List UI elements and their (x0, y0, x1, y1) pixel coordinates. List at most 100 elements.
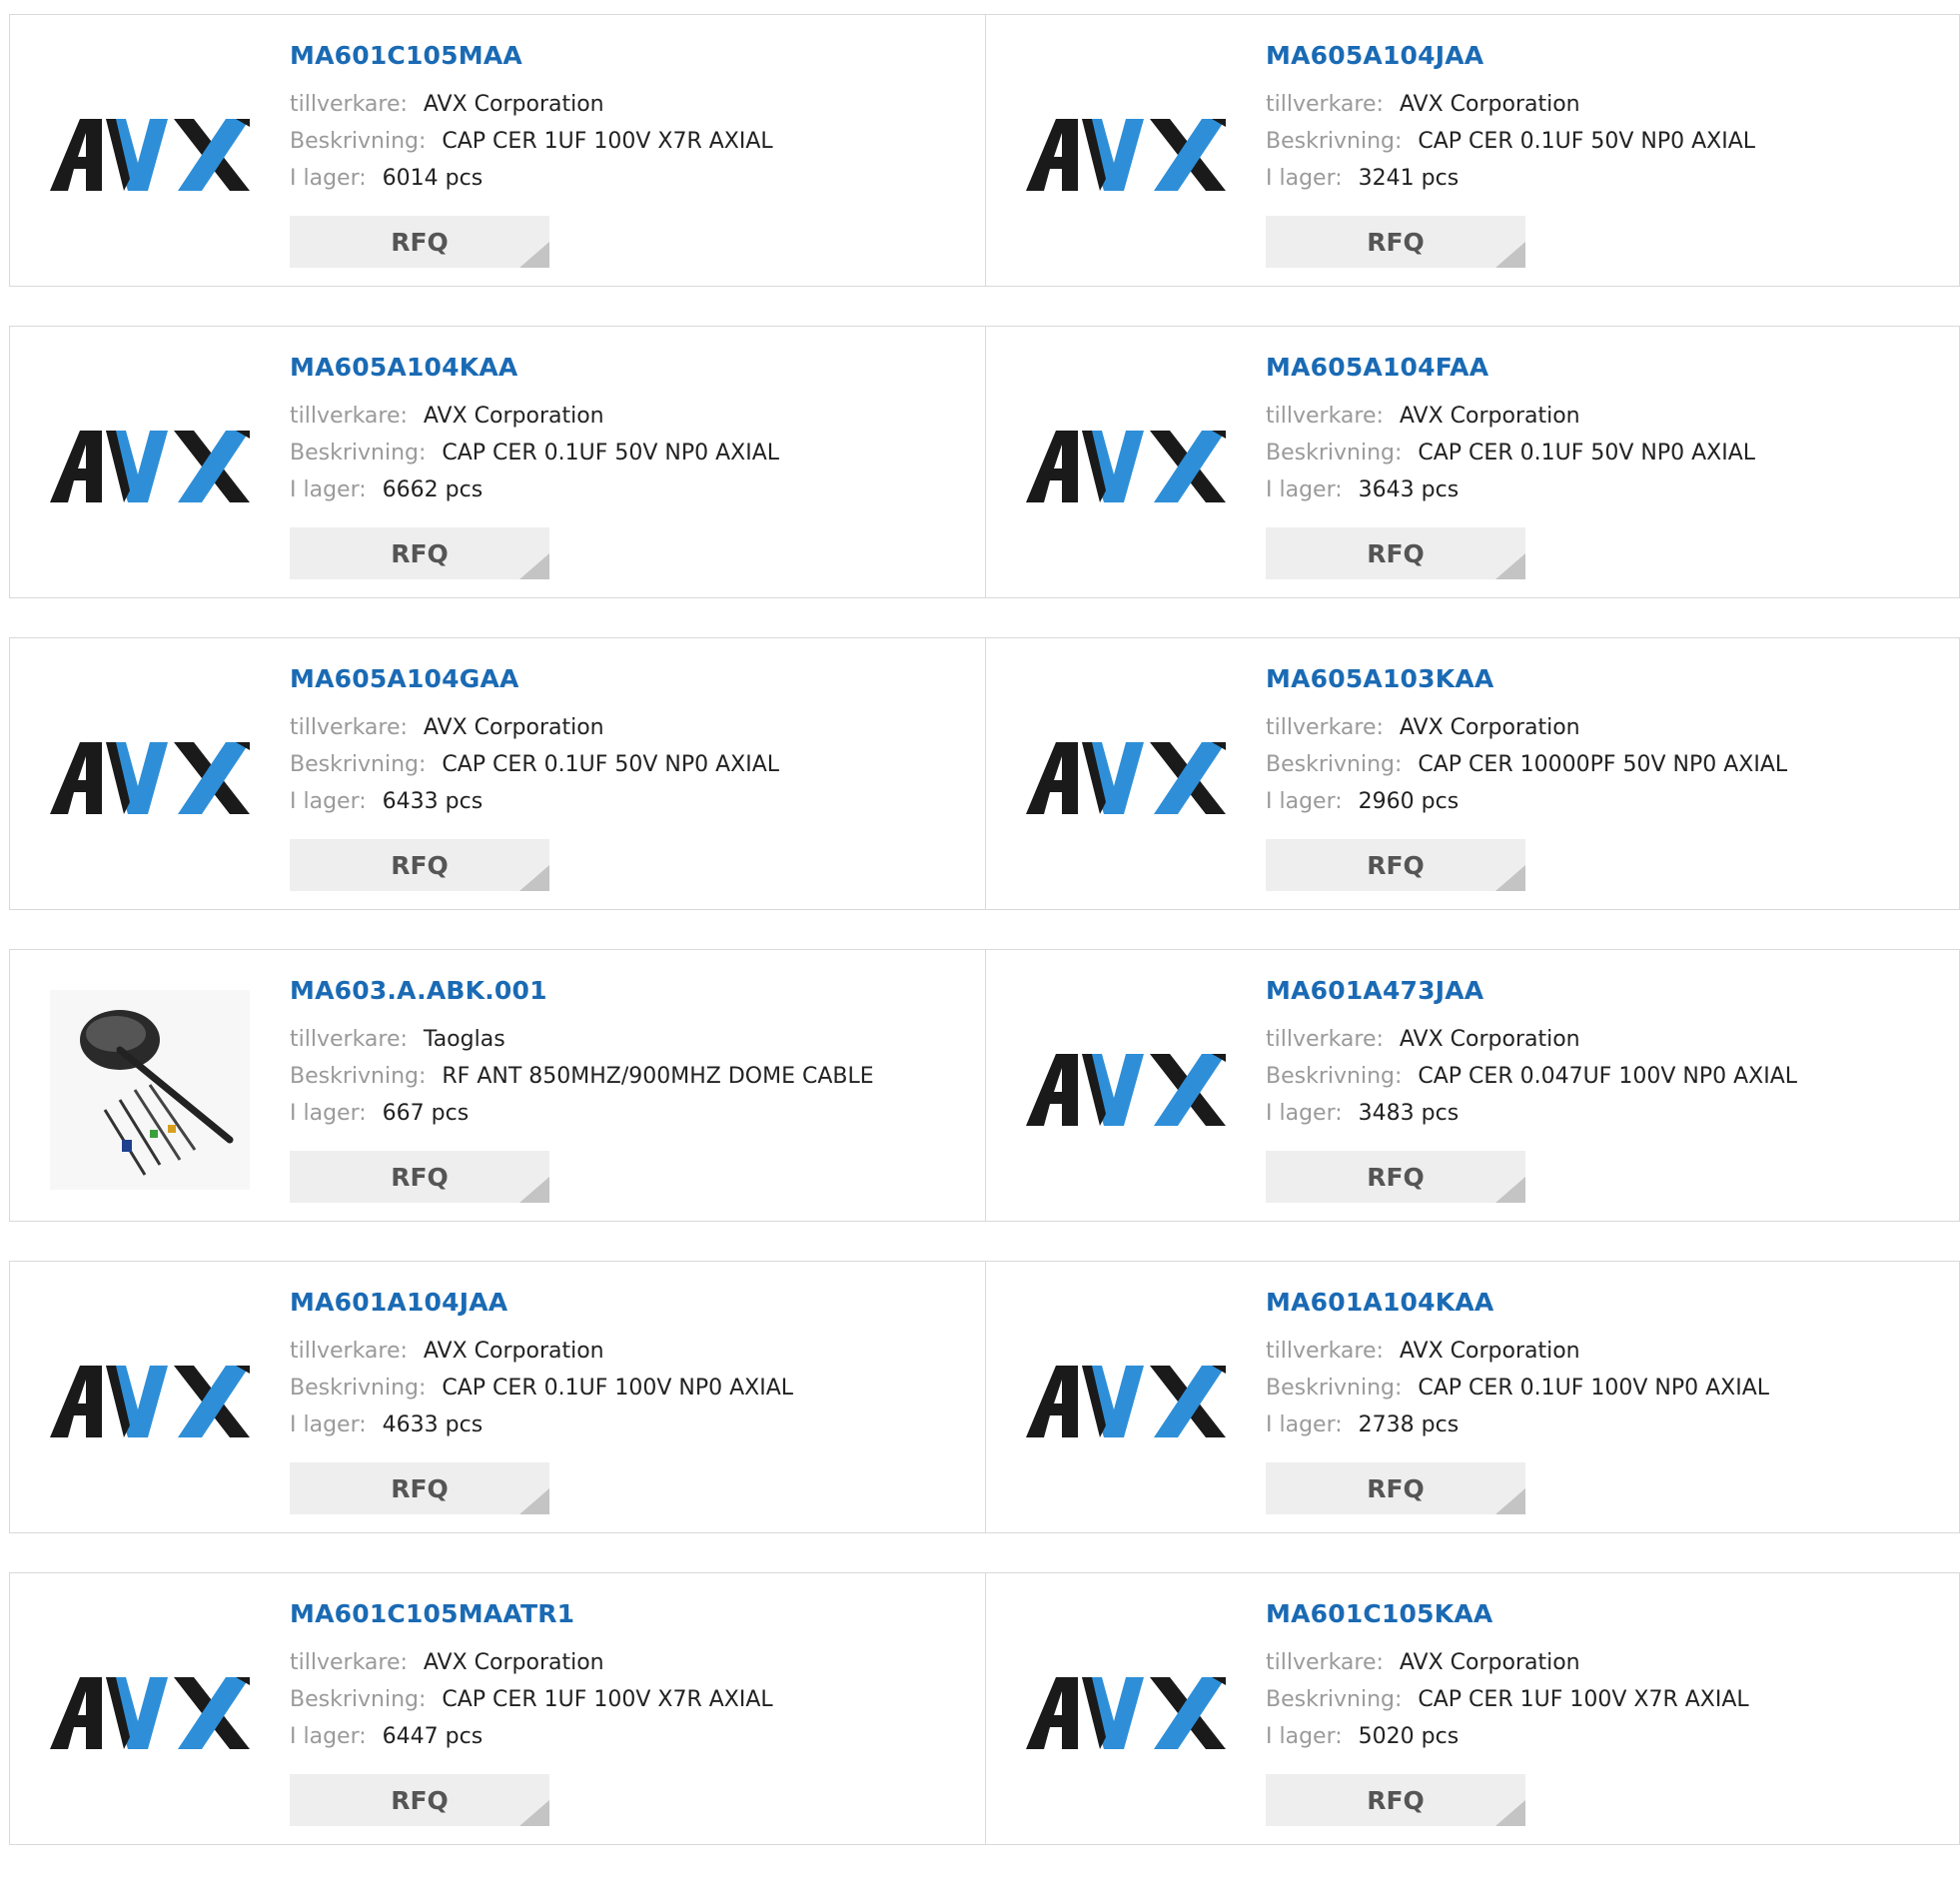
product-info: MA601A473JAA tillverkare: AVX Corporation B… (1266, 978, 1797, 1132)
rfq-button[interactable]: RFQ (290, 1151, 549, 1203)
product-card: MA605A103KAA tillverkare: AVX Corporation B… (986, 637, 1960, 910)
product-card: MA601C105MAA tillverkare: AVX Corporation B… (9, 14, 986, 287)
stock-value: 2738 pcs (1358, 1413, 1460, 1437)
part-number-link[interactable]: MA605A104FAA (1266, 355, 1755, 380)
stock-label: I lager: (290, 477, 367, 502)
rfq-button[interactable]: RFQ (1266, 216, 1525, 268)
product-card: MA601A473JAA tillverkare: AVX Corporation B… (986, 949, 1960, 1222)
product-grid: MA601C105MAA tillverkare: AVX Corporation B… (9, 14, 1960, 1884)
description-value: CAP CER 10000PF 50V NP0 AXIAL (1418, 752, 1788, 777)
description-value: CAP CER 0.1UF 50V NP0 AXIAL (1418, 441, 1756, 466)
rfq-button[interactable]: RFQ (290, 1774, 549, 1826)
description-label: Beskrivning: (290, 752, 427, 777)
description-label: Beskrivning: (290, 441, 427, 466)
description-field: Beskrivning: RF ANT 850MHZ/900MHZ DOME CA… (290, 1058, 874, 1095)
manufacturer-logo[interactable] (50, 1342, 250, 1461)
product-card: MA605A104JAA tillverkare: AVX Corporation B… (986, 14, 1960, 287)
description-value: CAP CER 0.047UF 100V NP0 AXIAL (1418, 1064, 1797, 1089)
rfq-button[interactable]: RFQ (1266, 1151, 1525, 1203)
manufacturer-logo[interactable] (1026, 1653, 1226, 1773)
description-label: Beskrivning: (1266, 1376, 1403, 1401)
stock-value: 6014 pcs (382, 166, 484, 191)
manufacturer-value: AVX Corporation (423, 404, 604, 429)
rfq-button[interactable]: RFQ (1266, 1462, 1525, 1514)
rfq-button[interactable]: RFQ (290, 839, 549, 891)
manufacturer-label: tillverkare: (1266, 404, 1384, 429)
manufacturer-field: tillverkare: AVX Corporation (1266, 1644, 1749, 1681)
stock-field: I lager: 4633 pcs (290, 1407, 793, 1443)
stock-field: I lager: 3241 pcs (1266, 160, 1755, 197)
part-number-link[interactable]: MA605A104KAA (290, 355, 779, 380)
manufacturer-logo[interactable] (1026, 95, 1226, 215)
part-number-link[interactable]: MA601C105MAA (290, 43, 773, 68)
manufacturer-logo[interactable] (50, 718, 250, 838)
product-info: MA601A104JAA tillverkare: AVX Corporation B… (290, 1290, 793, 1443)
description-value: CAP CER 0.1UF 50V NP0 AXIAL (442, 441, 780, 466)
stock-value: 667 pcs (382, 1101, 470, 1126)
manufacturer-logo[interactable] (1026, 407, 1226, 526)
manufacturer-logo[interactable] (1026, 1030, 1226, 1150)
stock-label: I lager: (1266, 1101, 1343, 1126)
description-value: CAP CER 0.1UF 100V NP0 AXIAL (1418, 1376, 1770, 1401)
stock-field: I lager: 3643 pcs (1266, 471, 1755, 508)
avx-logo-icon (1026, 742, 1226, 814)
rfq-label: RFQ (1367, 538, 1425, 568)
manufacturer-logo[interactable] (1026, 1342, 1226, 1461)
manufacturer-value: AVX Corporation (1399, 1339, 1580, 1364)
description-field: Beskrivning: CAP CER 10000PF 50V NP0 AXIA… (1266, 746, 1787, 783)
avx-logo-icon (1026, 119, 1226, 191)
stock-field: I lager: 667 pcs (290, 1095, 874, 1132)
manufacturer-field: tillverkare: AVX Corporation (290, 709, 779, 746)
product-info: MA605A104JAA tillverkare: AVX Corporation B… (1266, 43, 1755, 197)
product-card: MA605A104GAA tillverkare: AVX Corporation B… (9, 637, 986, 910)
description-label: Beskrivning: (1266, 129, 1403, 154)
stock-label: I lager: (1266, 166, 1343, 191)
rfq-button[interactable]: RFQ (1266, 839, 1525, 891)
corner-triangle-icon (519, 242, 549, 268)
description-label: Beskrivning: (1266, 752, 1403, 777)
rfq-label: RFQ (1367, 227, 1425, 257)
part-number-link[interactable]: MA601C105MAATR1 (290, 1601, 773, 1626)
product-image[interactable] (50, 990, 250, 1190)
manufacturer-label: tillverkare: (1266, 1027, 1384, 1052)
stock-value: 4633 pcs (382, 1413, 484, 1437)
description-value: CAP CER 0.1UF 50V NP0 AXIAL (1418, 129, 1756, 154)
part-number-link[interactable]: MA603.A.ABK.001 (290, 978, 874, 1003)
manufacturer-logo[interactable] (50, 95, 250, 215)
part-number-link[interactable]: MA605A104JAA (1266, 43, 1755, 68)
avx-logo-icon (50, 119, 250, 191)
description-label: Beskrivning: (1266, 1064, 1403, 1089)
product-card: MA605A104KAA tillverkare: AVX Corporation B… (9, 326, 986, 598)
stock-label: I lager: (290, 166, 367, 191)
description-label: Beskrivning: (290, 1064, 427, 1089)
stock-label: I lager: (290, 1724, 367, 1749)
part-number-link[interactable]: MA601A473JAA (1266, 978, 1797, 1003)
description-value: CAP CER 1UF 100V X7R AXIAL (1418, 1687, 1749, 1712)
manufacturer-label: tillverkare: (1266, 1339, 1384, 1364)
product-row: MA603.A.ABK.001 tillverkare: Taoglas Beskri… (9, 949, 1960, 1222)
manufacturer-value: AVX Corporation (1399, 404, 1580, 429)
avx-logo-icon (1026, 431, 1226, 502)
description-label: Beskrivning: (1266, 1687, 1403, 1712)
part-number-link[interactable]: MA601C105KAA (1266, 1601, 1749, 1626)
manufacturer-label: tillverkare: (1266, 1650, 1384, 1675)
rfq-button[interactable]: RFQ (290, 527, 549, 579)
part-number-link[interactable]: MA601A104JAA (290, 1290, 793, 1315)
avx-logo-icon (1026, 1677, 1226, 1749)
part-number-link[interactable]: MA605A103KAA (1266, 666, 1787, 691)
rfq-button[interactable]: RFQ (290, 1462, 549, 1514)
manufacturer-logo[interactable] (1026, 718, 1226, 838)
product-info: MA601C105MAA tillverkare: AVX Corporation B… (290, 43, 773, 197)
part-number-link[interactable]: MA605A104GAA (290, 666, 779, 691)
stock-field: I lager: 3483 pcs (1266, 1095, 1797, 1132)
rfq-button[interactable]: RFQ (1266, 1774, 1525, 1826)
rfq-button[interactable]: RFQ (1266, 527, 1525, 579)
manufacturer-logo[interactable] (50, 407, 250, 526)
description-value: CAP CER 0.1UF 100V NP0 AXIAL (442, 1376, 794, 1401)
rfq-button[interactable]: RFQ (290, 216, 549, 268)
description-label: Beskrivning: (290, 1376, 427, 1401)
manufacturer-logo[interactable] (50, 1653, 250, 1773)
product-info: MA603.A.ABK.001 tillverkare: Taoglas Beskri… (290, 978, 874, 1132)
part-number-link[interactable]: MA601A104KAA (1266, 1290, 1769, 1315)
description-value: CAP CER 0.1UF 50V NP0 AXIAL (442, 752, 780, 777)
